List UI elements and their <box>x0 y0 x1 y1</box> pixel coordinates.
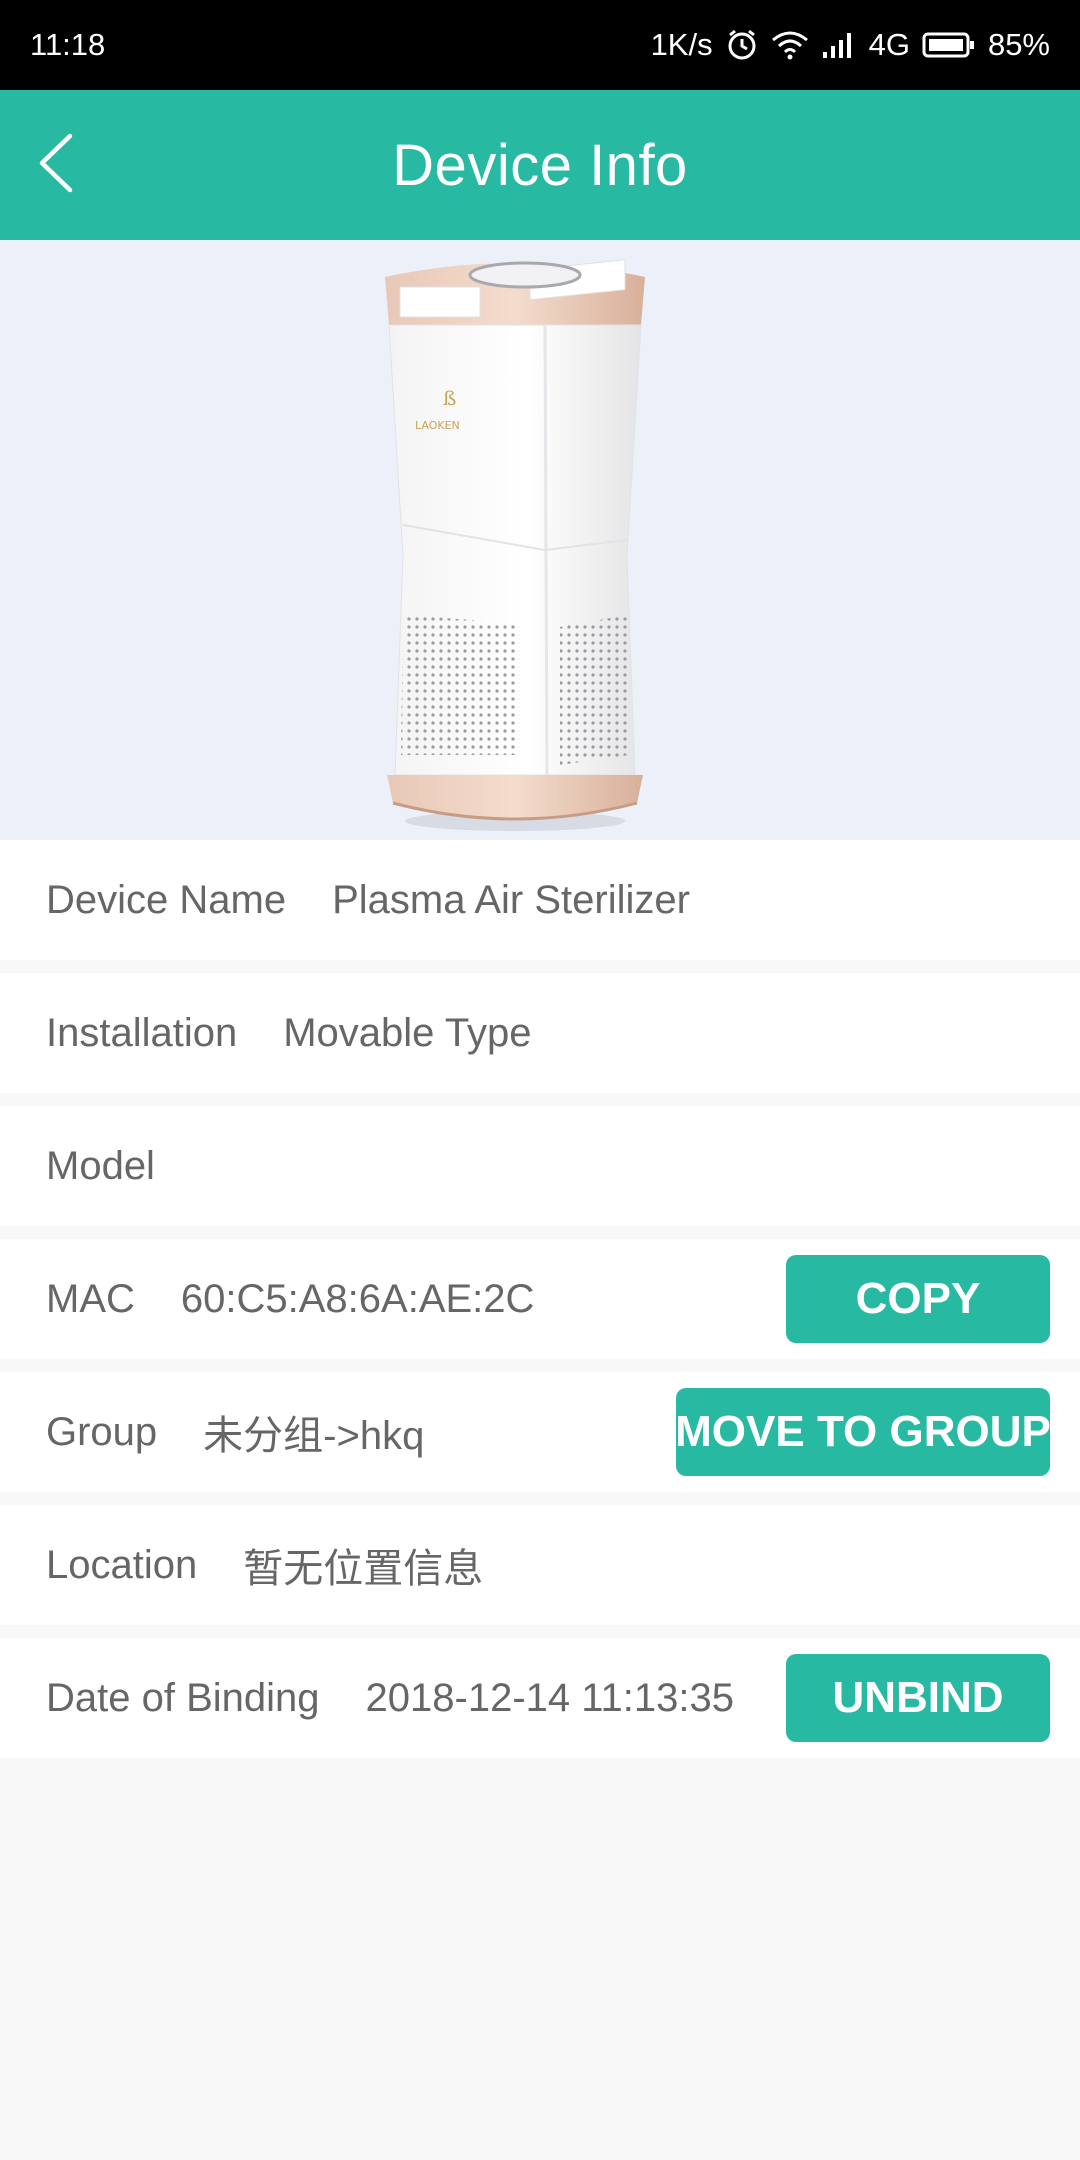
model-label: Model <box>46 1143 155 1188</box>
svg-text:ß: ß <box>443 386 456 410</box>
net-speed: 1K/s <box>650 27 713 62</box>
battery-level: 85% <box>987 27 1050 62</box>
unbind-button[interactable]: UNBIND <box>786 1654 1050 1742</box>
mac-value: 60:C5:A8:6A:AE:2C <box>180 1276 535 1321</box>
status-time: 11:18 <box>30 27 106 62</box>
app-header: Device Info <box>0 90 1080 240</box>
device-name-label: Device Name <box>46 877 287 922</box>
group-row: Group 未分组->hkq MOVE TO GROUP <box>0 1372 1080 1492</box>
page-title: Device Info <box>392 132 688 198</box>
group-label: Group <box>46 1409 158 1454</box>
network-type: 4G <box>868 27 910 62</box>
binding-date-value: 2018-12-14 11:13:35 <box>365 1675 734 1720</box>
battery-icon <box>922 31 976 59</box>
move-to-group-button[interactable]: MOVE TO GROUP <box>675 1388 1051 1476</box>
back-button[interactable] <box>22 90 142 240</box>
location-row: Location 暂无位置信息 <box>0 1505 1080 1625</box>
model-row: Model <box>0 1106 1080 1226</box>
device-info-list: Device Name Plasma Air Sterilizer Instal… <box>0 840 1080 1758</box>
device-name-row: Device Name Plasma Air Sterilizer <box>0 840 1080 960</box>
location-label: Location <box>46 1542 198 1587</box>
group-value: 未分组->hkq <box>203 1414 425 1458</box>
status-bar: 11:18 1K/s 4G 85% <box>0 0 1080 90</box>
location-value: 暂无位置信息 <box>243 1547 484 1591</box>
device-name-value: Plasma Air Sterilizer <box>332 877 690 922</box>
chevron-left-icon <box>36 132 76 199</box>
mac-row: MAC 60:C5:A8:6A:AE:2C COPY <box>0 1239 1080 1359</box>
device-image-area: ß LAOKEN <box>0 240 1080 840</box>
signal-icon <box>821 30 857 60</box>
binding-date-row: Date of Binding 2018-12-14 11:13:35 UNBI… <box>0 1638 1080 1758</box>
air-purifier-image: ß LAOKEN <box>385 259 645 831</box>
status-indicators: 1K/s 4G 85% <box>651 27 1050 63</box>
installation-label: Installation <box>46 1010 238 1055</box>
copy-button[interactable]: COPY <box>786 1255 1050 1343</box>
svg-text:LAOKEN: LAOKEN <box>415 419 460 432</box>
binding-date-label: Date of Binding <box>46 1675 320 1720</box>
alarm-icon <box>725 28 759 62</box>
installation-value: Movable Type <box>283 1010 532 1055</box>
wifi-icon <box>771 30 809 60</box>
installation-row: Installation Movable Type <box>0 973 1080 1093</box>
mac-label: MAC <box>46 1276 135 1321</box>
